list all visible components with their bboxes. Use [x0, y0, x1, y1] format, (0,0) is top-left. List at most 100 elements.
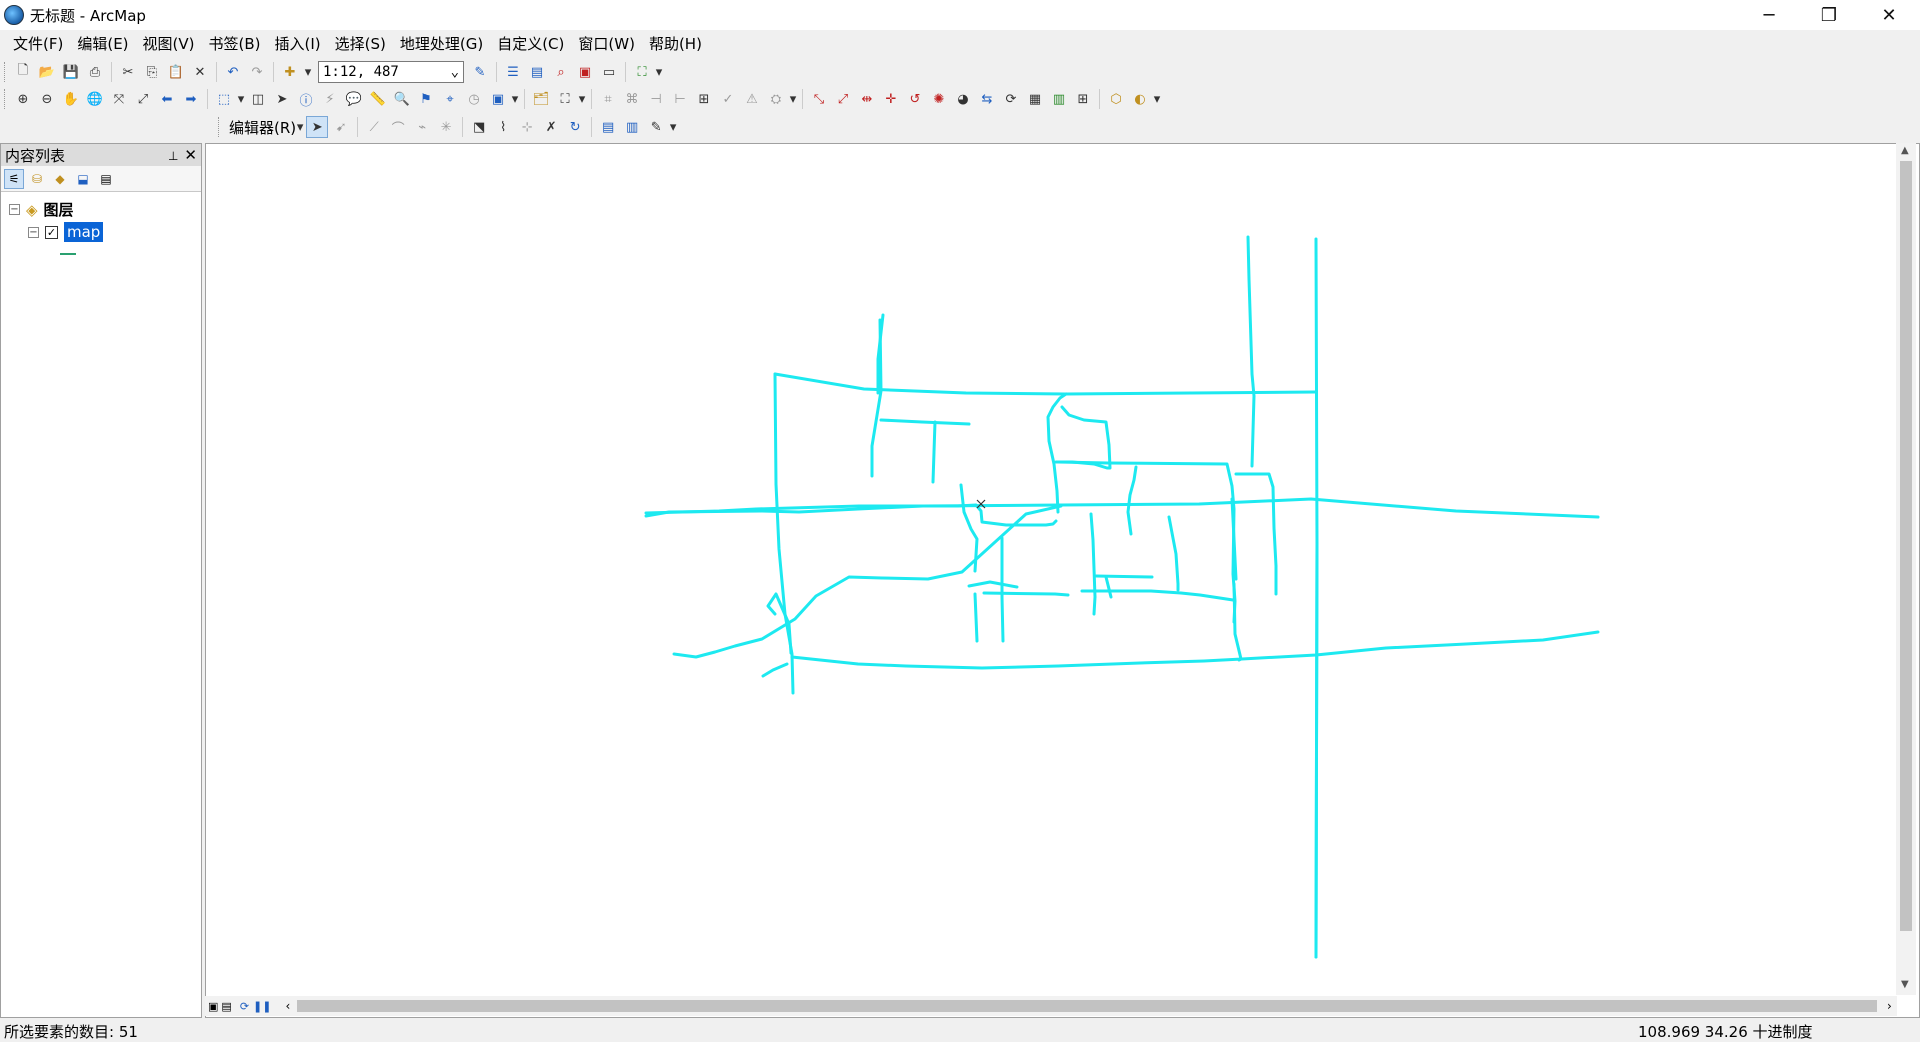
search-window-icon[interactable]: ⌕ — [550, 61, 572, 83]
hyperlink-icon[interactable]: ⚡ — [319, 88, 341, 110]
map-canvas[interactable] — [206, 144, 1898, 996]
chevron-down-icon[interactable]: ▾ — [296, 116, 304, 138]
minimize-icon[interactable]: ─ — [1740, 0, 1798, 30]
topology-icon[interactable]: ⌗ — [597, 88, 619, 110]
reshape-icon[interactable]: ⌇ — [492, 116, 514, 138]
refresh-icon[interactable]: ⟳ — [1000, 88, 1022, 110]
cut-icon[interactable]: ✂ — [117, 61, 139, 83]
menu-bookmarks[interactable]: 书签(B) — [202, 30, 268, 58]
menu-selection[interactable]: 选择(S) — [328, 30, 393, 58]
list-by-source-icon[interactable]: ⛁ — [27, 169, 47, 189]
python-window-icon[interactable]: ▭ — [598, 61, 620, 83]
adjust-icon[interactable]: ✺ — [928, 88, 950, 110]
go-to-xy-icon[interactable]: ⌖ — [439, 88, 461, 110]
time-slider-icon[interactable]: ◷ — [463, 88, 485, 110]
layers-group-row[interactable]: − ◈ 图层 — [9, 199, 74, 220]
pan-icon[interactable]: ✋ — [60, 88, 82, 110]
forward-extent-icon[interactable]: ➡ — [180, 88, 202, 110]
zoom-out-icon[interactable]: ⊖ — [36, 88, 58, 110]
select-elements-icon[interactable]: ➤ — [271, 88, 293, 110]
edit-annotation-icon[interactable]: ➹ — [330, 116, 352, 138]
road-feature[interactable] — [1056, 460, 1237, 624]
toc-window-icon[interactable]: ☰ — [502, 61, 524, 83]
road-feature[interactable] — [1126, 465, 1138, 536]
catalog-window-icon[interactable]: 🗂 — [530, 88, 552, 110]
create-viewer-icon[interactable]: ▣ — [487, 88, 509, 110]
layout-grid-icon[interactable]: ⊞ — [1072, 88, 1094, 110]
road-feature[interactable] — [870, 318, 883, 478]
scroll-left-icon[interactable]: ‹ — [285, 999, 290, 1013]
refresh-view-icon[interactable]: ⟳ — [240, 1000, 249, 1013]
model-builder-icon[interactable]: ⛶ — [631, 61, 653, 83]
list-by-selection-icon[interactable]: ⬓ — [73, 169, 93, 189]
road-feature[interactable] — [773, 372, 1318, 396]
toolbar-options-icon[interactable]: ▾ — [789, 88, 797, 110]
toolbar-options-icon[interactable]: ▾ — [1153, 88, 1161, 110]
new-icon[interactable]: 🗋 — [12, 61, 34, 83]
identify-icon[interactable]: ⓘ — [295, 88, 317, 110]
back-extent-icon[interactable]: ⬅ — [156, 88, 178, 110]
layer-name[interactable]: map — [64, 222, 104, 242]
map-horizontal-scrollbar[interactable]: ▣ ▤ ⟳ ❚❚ ‹ › — [205, 996, 1897, 1016]
road-feature[interactable] — [1167, 515, 1180, 592]
road-feature[interactable] — [879, 418, 971, 426]
arctoolbox-icon[interactable]: ▣ — [574, 61, 596, 83]
layer-visibility-checkbox[interactable]: ✓ — [45, 225, 58, 239]
toolbar-grip[interactable] — [218, 117, 222, 137]
collapse-icon[interactable]: − — [28, 226, 39, 238]
scroll-right-icon[interactable]: › — [1887, 999, 1892, 1013]
road-feature[interactable] — [1232, 582, 1243, 662]
print-icon[interactable]: ⎙ — [84, 61, 106, 83]
menu-windows[interactable]: 窗口(W) — [571, 30, 642, 58]
data-view-icon[interactable]: ▤ — [221, 1000, 231, 1013]
copy-icon[interactable]: ⎘ — [141, 61, 163, 83]
toolbar-grip[interactable] — [4, 62, 8, 82]
fixed-zoom-in-icon[interactable]: ⤧ — [108, 88, 130, 110]
editor-menu[interactable]: 编辑器(R) — [225, 117, 302, 138]
close-icon[interactable]: ✕ — [184, 146, 197, 164]
add-control-point-icon[interactable]: ⤢ — [832, 88, 854, 110]
clear-selection-icon[interactable]: ◫ — [247, 88, 269, 110]
redo-icon[interactable]: ↷ — [246, 61, 268, 83]
vertical-scroll-thumb[interactable] — [1900, 161, 1912, 931]
edit-tool-icon[interactable]: ➤ — [306, 116, 329, 138]
chevron-down-icon[interactable]: ▾ — [578, 88, 586, 110]
road-feature[interactable] — [973, 592, 979, 643]
road-feature[interactable] — [1234, 472, 1278, 596]
restore-icon[interactable]: ❐ — [1800, 0, 1858, 30]
toolbar-options-icon[interactable]: ▾ — [669, 116, 677, 138]
map-display[interactable] — [205, 143, 1920, 1018]
swipe-icon[interactable]: ◐ — [1129, 88, 1151, 110]
toolbar-grip[interactable] — [4, 89, 8, 109]
create-features-icon[interactable]: ✎ — [645, 116, 667, 138]
cut-polygons-icon[interactable]: ⊹ — [516, 116, 538, 138]
map-topology-icon[interactable]: ⌘ — [621, 88, 643, 110]
scroll-up-icon[interactable]: ▲ — [1901, 145, 1909, 156]
road-feature[interactable] — [959, 483, 979, 573]
rotate-tool-icon[interactable]: ↻ — [564, 116, 586, 138]
menu-insert[interactable]: 插入(I) — [268, 30, 328, 58]
menu-edit[interactable]: 编辑(E) — [70, 30, 135, 58]
road-feature[interactable] — [1000, 536, 1005, 643]
toolbar-options-icon[interactable]: ▾ — [655, 61, 663, 83]
road-feature[interactable] — [1094, 574, 1154, 579]
layer-row-map[interactable]: − ✓ map — [28, 222, 104, 242]
rotate-icon[interactable]: ↺ — [904, 88, 926, 110]
shared-features-icon[interactable]: ⊢ — [669, 88, 691, 110]
html-popup-icon[interactable]: 💬 — [343, 88, 365, 110]
menu-customize[interactable]: 自定义(C) — [490, 30, 571, 58]
fix-topology-icon[interactable]: ⛭ — [765, 88, 787, 110]
catalog-icon[interactable]: ▤ — [526, 61, 548, 83]
crosshair-icon[interactable]: ✛ — [880, 88, 902, 110]
open-icon[interactable]: 📂 — [36, 61, 58, 83]
scroll-down-icon[interactable]: ▼ — [1901, 979, 1909, 990]
collapse-icon[interactable]: − — [9, 204, 20, 215]
find-route-icon[interactable]: ⚑ — [415, 88, 437, 110]
road-feature[interactable] — [761, 662, 789, 678]
chevron-down-icon[interactable]: ⌄ — [451, 64, 459, 80]
road-feature[interactable] — [967, 580, 1019, 589]
straight-segment-icon[interactable]: ⟋ — [363, 116, 385, 138]
road-feature[interactable] — [982, 591, 1070, 597]
grid-icon[interactable]: ▦ — [1024, 88, 1046, 110]
editor-toolbar-icon[interactable]: ✎ — [469, 61, 491, 83]
